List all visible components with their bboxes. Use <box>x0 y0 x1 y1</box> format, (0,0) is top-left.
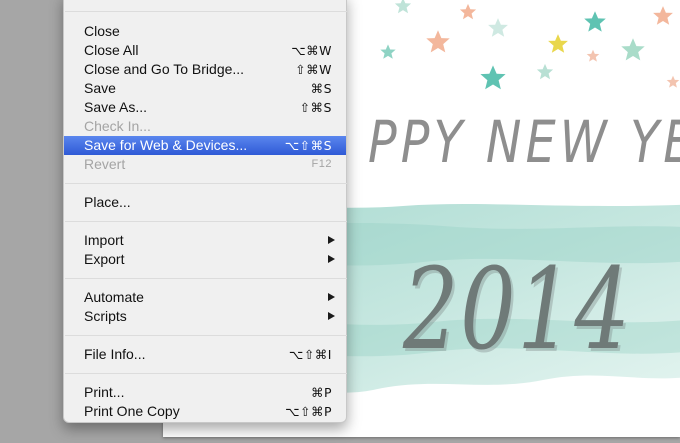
menu-item-save-for-web[interactable]: Save for Web & Devices... ⌥⇧⌘S <box>64 136 346 155</box>
menu-item-import[interactable]: Import <box>64 231 346 250</box>
menu-item-label: File Info... <box>84 346 146 362</box>
menu-separator <box>65 373 347 374</box>
menu-item-save[interactable]: Save ⌘S <box>64 79 346 98</box>
menu-item-close[interactable]: Close <box>64 22 346 41</box>
menu-item-label: Automate <box>84 289 144 305</box>
menu-item-close-all[interactable]: Close All ⌥⌘W <box>64 41 346 60</box>
menu-item-shortcut: F12 <box>311 158 332 170</box>
year-text: 2014 <box>403 245 632 375</box>
menu-item-export[interactable]: Export <box>64 250 346 269</box>
menu-item-print[interactable]: Print... ⌘P <box>64 383 346 402</box>
submenu-arrow-icon <box>328 236 335 244</box>
menu-item-shortcut: ⇧⌘S <box>299 100 332 115</box>
headline-text: PPY NEW YEA <box>368 108 680 176</box>
menu-item-revert: Revert F12 <box>64 155 346 174</box>
menu-item-file-info[interactable]: File Info... ⌥⇧⌘I <box>64 345 346 364</box>
menu-separator <box>65 278 347 279</box>
menu-item-close-and-go-to-bridge[interactable]: Close and Go To Bridge... ⇧⌘W <box>64 60 346 79</box>
menu-item-label: Print... <box>84 384 125 400</box>
menu-item-shortcut: ⌘S <box>310 81 332 96</box>
star-icon <box>380 0 680 90</box>
submenu-arrow-icon <box>328 293 335 301</box>
menu-item-shortcut: ⌥⌘W <box>291 43 332 58</box>
menu-item-automate[interactable]: Automate <box>64 288 346 307</box>
menu-item-label: Import <box>84 232 124 248</box>
menu-separator <box>65 11 347 12</box>
menu-separator <box>65 335 347 336</box>
submenu-arrow-icon <box>328 312 335 320</box>
menu-separator <box>65 183 347 184</box>
menu-item-label: Print One Copy <box>84 403 180 419</box>
menu-item-place[interactable]: Place... <box>64 193 346 212</box>
menu-item-label: Scripts <box>84 308 127 324</box>
menu-item-label: Place... <box>84 194 131 210</box>
menu-separator <box>65 221 347 222</box>
menu-item-shortcut: ⌥⇧⌘P <box>285 404 332 419</box>
menu-item-label: Save <box>84 80 116 96</box>
menu-item-label: Save As... <box>84 99 148 115</box>
menu-item-shortcut: ⇧⌘W <box>295 62 332 77</box>
menu-item-label: Close and Go To Bridge... <box>84 61 245 77</box>
menu-item-label: Close All <box>84 42 139 58</box>
menu-item-label: Revert <box>84 156 126 172</box>
menu-item-shortcut: ⌘P <box>310 385 332 400</box>
menu-item-shortcut: ⌥⇧⌘I <box>288 347 332 362</box>
file-menu: Close Close All ⌥⌘W Close and Go To Brid… <box>63 0 347 423</box>
menu-item-label: Save for Web & Devices... <box>84 137 248 153</box>
menu-item-label: Export <box>84 251 125 267</box>
menu-item-shortcut: ⌥⇧⌘S <box>284 138 332 153</box>
submenu-arrow-icon <box>328 255 335 263</box>
menu-item-save-as[interactable]: Save As... ⇧⌘S <box>64 98 346 117</box>
menu-item-print-one-copy[interactable]: Print One Copy ⌥⇧⌘P <box>64 402 346 421</box>
menu-item-label: Close <box>84 23 120 39</box>
menu-item-check-in: Check In... <box>64 117 346 136</box>
menu-item-scripts[interactable]: Scripts <box>64 307 346 326</box>
menu-item-label: Check In... <box>84 118 151 134</box>
